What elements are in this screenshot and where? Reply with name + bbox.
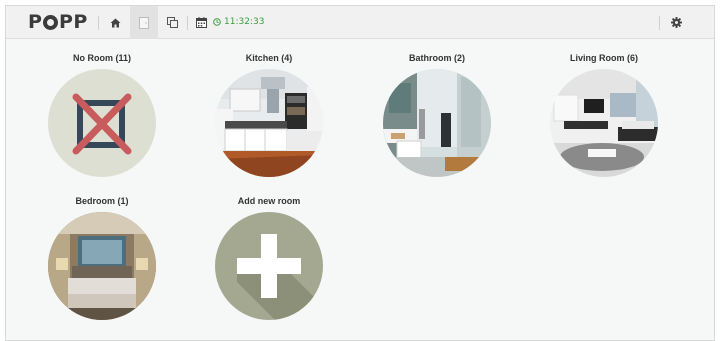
room-title: Bathroom (2) [409,53,465,63]
widgets-icon [166,17,178,28]
kitchen-photo [215,69,323,177]
divider [98,16,99,30]
gear-icon [670,17,682,28]
top-bar: P PP 11:32:33 [6,6,714,39]
room-image-no-room[interactable] [48,69,156,177]
room-card-kitchen[interactable]: Kitchen (4) [204,51,334,177]
room-card-bedroom[interactable]: Bedroom (1) [37,194,167,320]
room-title: Living Room (6) [570,53,638,63]
popp-logo[interactable]: P PP [28,11,88,33]
room-card-add-new-room[interactable]: Add new room [204,194,334,320]
room-image-living-room[interactable] [550,69,658,177]
room-title: No Room (11) [72,53,131,63]
nav-calendar-button[interactable] [187,6,215,39]
settings-button[interactable] [662,6,690,39]
room-title: Add new room [237,196,301,206]
plus-icon [215,212,323,320]
clock-icon [213,18,221,26]
bathroom-photo [383,69,491,177]
room-image-bathroom[interactable] [383,69,491,177]
divider [659,16,660,30]
room-card-bathroom[interactable]: Bathroom (2) [372,51,502,177]
calendar-icon [195,17,207,28]
no-room-icon [48,69,156,177]
home-icon [110,18,120,27]
clock-display: 11:32:33 [213,17,264,27]
add-room-button[interactable] [215,212,323,320]
room-card-living-room[interactable]: Living Room (6) [539,51,669,177]
room-title: Bedroom (1) [75,196,129,206]
room-card-no-room[interactable]: No Room (11) [37,51,167,177]
living-room-photo [550,69,658,177]
bedroom-photo [48,212,156,320]
app-frame: P PP 11:32:33 No Room (11) Kitchen (4) B… [5,5,715,341]
nav-widgets-button[interactable] [158,6,186,39]
room-image-kitchen[interactable] [215,69,323,177]
room-image-bedroom[interactable] [48,212,156,320]
rooms-icon [139,16,149,29]
nav-home-button[interactable] [101,6,129,39]
nav-rooms-button[interactable] [130,6,158,39]
room-title: Kitchen (4) [245,53,293,63]
clock-time: 11:32:33 [224,17,265,27]
